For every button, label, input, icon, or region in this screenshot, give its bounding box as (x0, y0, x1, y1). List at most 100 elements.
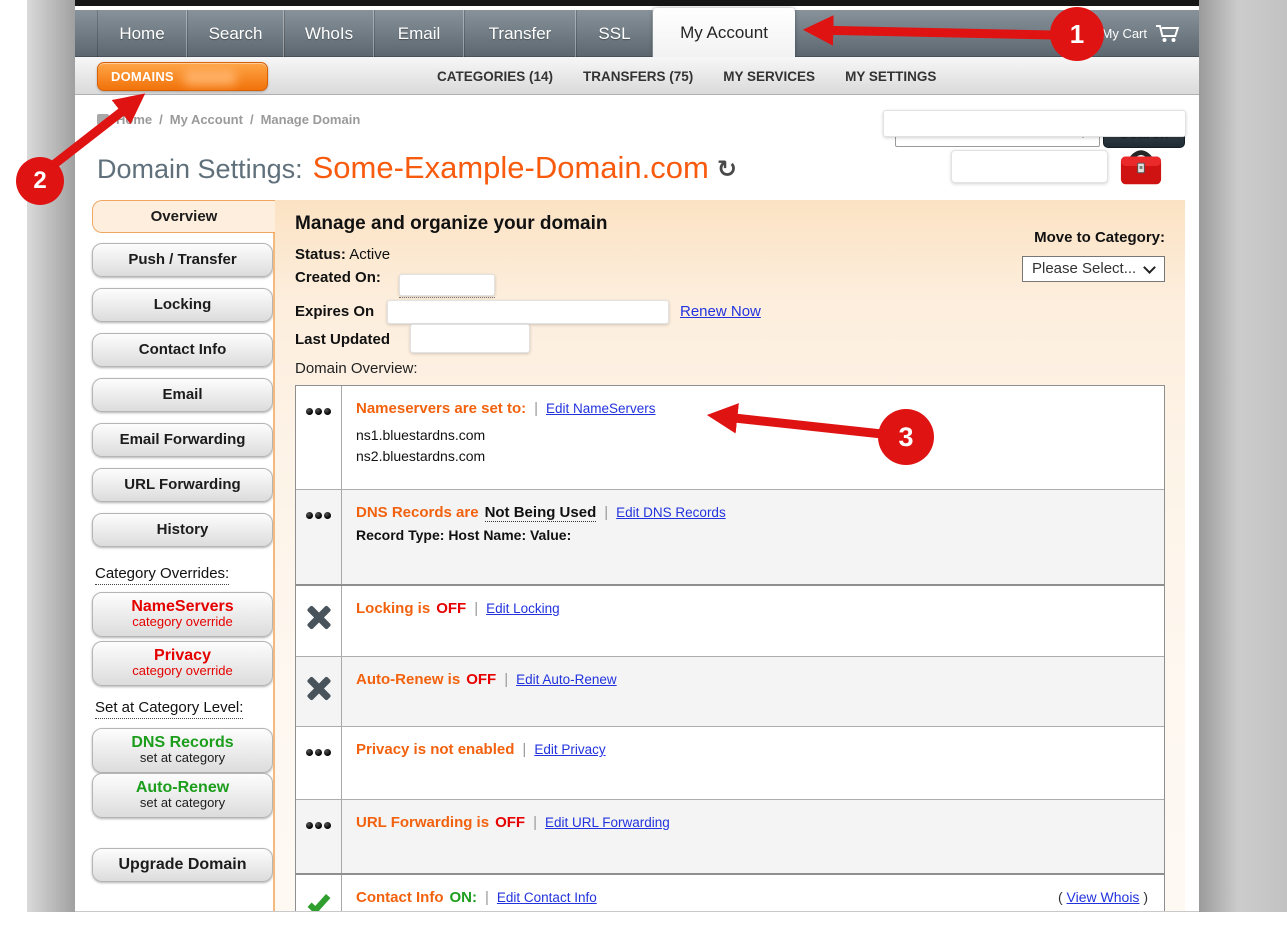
redaction-box-toolbar (951, 150, 1108, 183)
override-title: NameServers (93, 598, 272, 615)
sidebar-item-privacy-override[interactable]: Privacy category override (92, 641, 273, 686)
breadcrumb-current: Manage Domain (261, 112, 361, 127)
view-whois-note: ( View Whois ) (1058, 889, 1148, 905)
status-label: Status: (295, 246, 346, 263)
subnav-tab-domains[interactable]: DOMAINS (97, 62, 268, 91)
sidebar-item-push-transfer[interactable]: Push / Transfer (92, 243, 273, 277)
status-value: Active (349, 246, 390, 263)
x-off-icon (296, 586, 342, 656)
sub-navbar: DOMAINS CATEGORIES (14) TRANSFERS (75) M… (75, 57, 1199, 95)
view-whois-link[interactable]: View Whois (1067, 889, 1140, 905)
edit-locking-link[interactable]: Edit Locking (486, 601, 560, 616)
breadcrumb-home[interactable]: Home (116, 112, 152, 127)
nav-tab-transfer[interactable]: Transfer (464, 10, 576, 57)
row-title: Locking is (356, 600, 430, 617)
domain-overview-label: Domain Overview: (295, 360, 418, 377)
category-title: Auto-Renew (93, 779, 272, 796)
move-to-category-label: Move to Category: (995, 229, 1165, 246)
subnav-tab-my-settings[interactable]: MY SETTINGS (845, 69, 936, 84)
table-row-url-forwarding: URL Forwarding is OFF | Edit URL Forward… (296, 799, 1164, 873)
main-navbar: Home Search WhoIs Email Transfer SSL My … (75, 10, 1199, 57)
sidebar-item-email-forwarding[interactable]: Email Forwarding (92, 423, 273, 457)
subnav-tab-my-services[interactable]: MY SERVICES (723, 69, 815, 84)
cart-icon (1155, 24, 1181, 43)
category-title: DNS Records (93, 734, 272, 751)
last-updated-line: Last Updated (295, 331, 390, 348)
override-subtitle: category override (93, 615, 272, 629)
annotation-badge-2: 2 (16, 157, 64, 205)
x-off-icon (296, 657, 342, 726)
row-title: Auto-Renew is (356, 671, 460, 688)
row-status: OFF (436, 600, 466, 617)
sidebar-item-history[interactable]: History (92, 513, 273, 547)
edit-dns-records-link[interactable]: Edit DNS Records (616, 505, 726, 520)
page-title: Domain Settings: Some-Example-Domain.com… (97, 150, 737, 186)
edit-auto-renew-link[interactable]: Edit Auto-Renew (516, 672, 617, 687)
breadcrumb: Home / My Account / Manage Domain (97, 112, 360, 127)
dns-record-headers: Record Type: Host Name: Value: (356, 527, 1148, 543)
nav-tab-whois[interactable]: WhoIs (284, 10, 374, 57)
row-status: OFF (495, 814, 525, 831)
edit-url-forwarding-link[interactable]: Edit URL Forwarding (545, 815, 670, 830)
nav-tab-ssl[interactable]: SSL (576, 10, 653, 57)
page-title-label: Domain Settings: (97, 154, 303, 185)
sidebar-item-upgrade-domain[interactable]: Upgrade Domain (92, 848, 273, 882)
breadcrumb-my-account[interactable]: My Account (170, 112, 243, 127)
breadcrumb-sep: / (159, 112, 163, 127)
redaction-box-updated-date (410, 324, 530, 353)
sidebar-item-locking[interactable]: Locking (92, 288, 273, 322)
nav-tab-home[interactable]: Home (97, 10, 187, 57)
chevron-down-icon (1143, 261, 1156, 274)
nav-tab-search[interactable]: Search (187, 10, 284, 57)
domain-overview-table: Nameservers are set to: | Edit NameServe… (295, 385, 1165, 912)
select-value: Please Select... (1032, 260, 1136, 277)
table-row-auto-renew: Auto-Renew is OFF | Edit Auto-Renew (296, 656, 1164, 726)
my-cart-button[interactable]: My Cart (1102, 10, 1182, 57)
sidebar-item-url-forwarding[interactable]: URL Forwarding (92, 468, 273, 502)
row-status: ON: (450, 889, 478, 906)
redacted-count-blur (184, 69, 236, 85)
home-icon (97, 114, 109, 125)
pending-dots-icon (296, 386, 342, 489)
subnav-tab-transfers[interactable]: TRANSFERS (75) (583, 69, 693, 84)
move-to-category-select[interactable]: Please Select... (1022, 256, 1165, 282)
sidebar-item-overview[interactable]: Overview (92, 200, 275, 233)
breadcrumb-sep: / (250, 112, 254, 127)
renew-now-link[interactable]: Renew Now (680, 303, 761, 320)
sidebar-item-contact-info[interactable]: Contact Info (92, 333, 273, 367)
expires-on-line: Expires On (295, 303, 374, 320)
override-title: Privacy (93, 647, 272, 664)
edit-nameservers-link[interactable]: Edit NameServers (546, 401, 656, 416)
screen: Home Search WhoIs Email Transfer SSL My … (0, 0, 1287, 931)
domains-label: DOMAINS (111, 69, 174, 84)
subnav-items: CATEGORIES (14) TRANSFERS (75) MY SERVIC… (353, 57, 936, 95)
category-overrides-label: Category Overrides: (95, 565, 229, 582)
subnav-tab-categories[interactable]: CATEGORIES (14) (437, 69, 553, 84)
category-subtitle: set at category (93, 751, 272, 765)
sidebar-item-email[interactable]: Email (92, 378, 273, 412)
row-title: DNS Records are (356, 504, 479, 521)
my-cart-label: My Cart (1102, 26, 1148, 41)
edit-contact-info-link[interactable]: Edit Contact Info (497, 890, 597, 905)
created-on-line: Created On: (295, 269, 381, 286)
redaction-box-expires-date (387, 300, 669, 324)
nameserver-value: ns2.bluestardns.com (356, 446, 1148, 467)
sidebar-item-dns-records-category[interactable]: DNS Records set at category (92, 728, 273, 773)
edit-privacy-link[interactable]: Edit Privacy (534, 742, 605, 757)
table-row-dns-records: DNS Records are Not Being Used | Edit DN… (296, 489, 1164, 584)
row-title: Nameservers are set to: (356, 400, 526, 417)
redaction-box-created-date (399, 274, 495, 296)
nav-tab-email[interactable]: Email (374, 10, 464, 57)
left-gutter (27, 0, 75, 912)
nav-tab-my-account[interactable]: My Account (653, 8, 795, 57)
sidebar-item-auto-renew-category[interactable]: Auto-Renew set at category (92, 773, 273, 818)
row-title: URL Forwarding is (356, 814, 489, 831)
refresh-icon[interactable]: ↻ (717, 155, 737, 183)
dotted-underline (399, 297, 495, 298)
row-title: Privacy is not enabled (356, 741, 514, 758)
status-line: Status: Active (295, 246, 390, 263)
toolbox-icon[interactable] (1118, 145, 1164, 189)
domain-name: Some-Example-Domain.com (313, 150, 709, 186)
table-row-privacy: Privacy is not enabled | Edit Privacy (296, 726, 1164, 799)
sidebar-item-nameservers-override[interactable]: NameServers category override (92, 592, 273, 637)
